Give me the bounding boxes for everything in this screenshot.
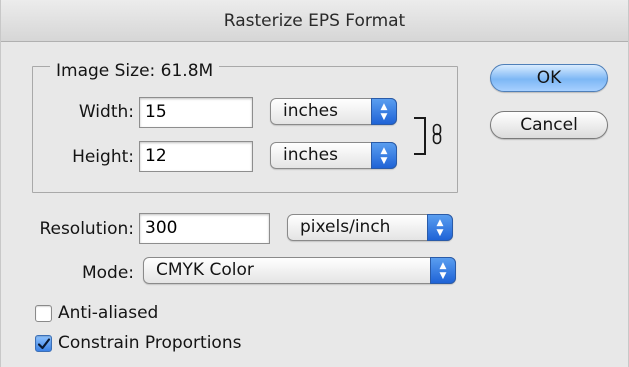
height-unit-value: inches bbox=[283, 145, 338, 165]
constrain-proportions-checkbox[interactable] bbox=[35, 335, 52, 352]
anti-aliased-label[interactable]: Anti-aliased bbox=[58, 302, 158, 324]
constrain-proportions-label[interactable]: Constrain Proportions bbox=[58, 332, 241, 354]
checkmark-icon bbox=[37, 338, 51, 350]
mode-label: Mode: bbox=[81, 263, 134, 283]
anti-aliased-checkbox[interactable] bbox=[35, 305, 52, 322]
resolution-unit-value: pixels/inch bbox=[300, 217, 391, 237]
popup-arrows-icon: ▲ ▼ bbox=[371, 142, 397, 169]
height-field[interactable]: 12 bbox=[139, 141, 253, 172]
resolution-field[interactable]: 300 bbox=[139, 213, 270, 244]
window-title: Rasterize EPS Format bbox=[1, 0, 628, 42]
resolution-label: Resolution: bbox=[39, 219, 134, 239]
popup-arrows-icon: ▲ ▼ bbox=[371, 98, 397, 125]
resolution-unit-select[interactable]: pixels/inch ▲ ▼ bbox=[287, 214, 453, 241]
constrain-bracket bbox=[414, 117, 426, 155]
popup-arrows-icon: ▲ ▼ bbox=[430, 257, 456, 284]
height-unit-select[interactable]: inches ▲ ▼ bbox=[270, 142, 397, 169]
width-unit-select[interactable]: inches ▲ ▼ bbox=[270, 98, 397, 125]
width-unit-value: inches bbox=[283, 101, 338, 121]
dialog-window: Rasterize EPS Format Image Size: 61.8M W… bbox=[0, 0, 629, 367]
ok-button[interactable]: OK bbox=[490, 64, 608, 92]
height-label: Height: bbox=[72, 147, 134, 167]
popup-arrows-icon: ▲ ▼ bbox=[427, 214, 453, 241]
width-label: Width: bbox=[78, 102, 134, 122]
image-size-group bbox=[32, 66, 458, 193]
mode-value: CMYK Color bbox=[156, 260, 254, 280]
mode-select[interactable]: CMYK Color ▲ ▼ bbox=[143, 257, 456, 284]
width-field[interactable]: 15 bbox=[139, 97, 253, 128]
cancel-button[interactable]: Cancel bbox=[490, 111, 608, 139]
image-size-legend: Image Size: 61.8M bbox=[50, 62, 220, 80]
chain-link-icon bbox=[432, 123, 442, 145]
